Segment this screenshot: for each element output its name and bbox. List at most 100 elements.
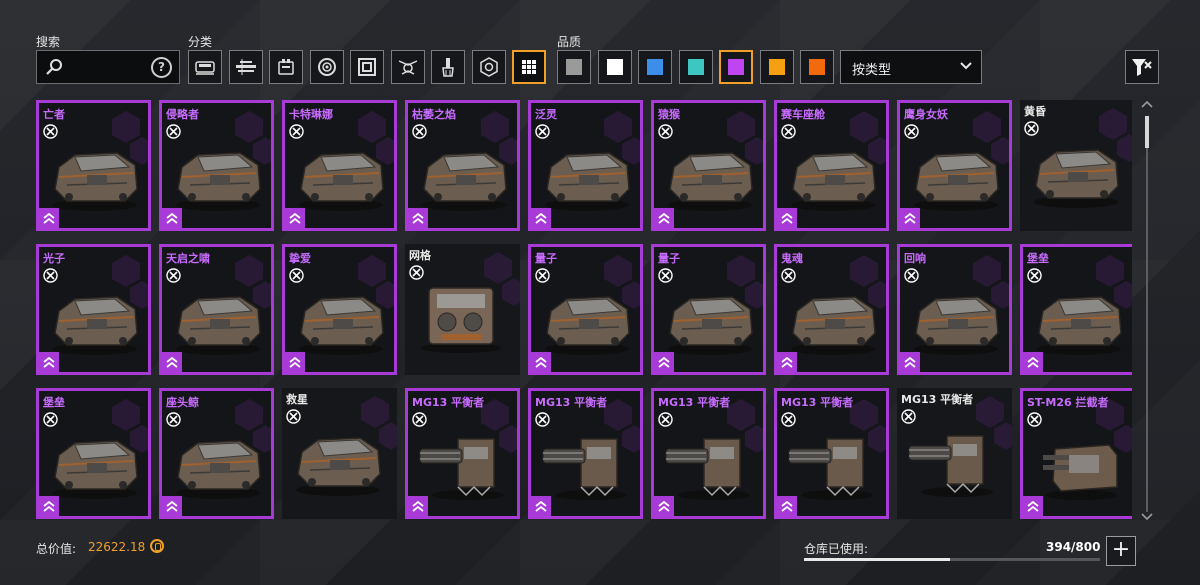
inventory-item-card[interactable]: 鹰身女妖 [897, 100, 1012, 231]
category-button-brush[interactable] [431, 50, 465, 84]
item-name: 泛灵 [535, 108, 557, 121]
craft-tools-icon [781, 412, 796, 427]
category-button-cabin[interactable] [188, 50, 222, 84]
item-name: 赛车座舱 [781, 108, 825, 121]
inventory-item-card[interactable]: MG13 平衡者 [774, 388, 889, 519]
inventory-item-card[interactable]: 黄昏 [1020, 100, 1132, 231]
item-cabin-image [906, 137, 1006, 215]
craft-tools-icon [166, 124, 181, 139]
rank-chevron-icon [285, 352, 305, 372]
item-name: 量子 [658, 252, 680, 265]
help-icon[interactable]: ? [151, 57, 172, 78]
category-button-engine[interactable] [269, 50, 303, 84]
quality-filter-red-orange[interactable] [800, 50, 834, 84]
scrollbar-track[interactable] [1146, 116, 1148, 512]
inventory-item-card[interactable]: MG13 平衡者 [528, 388, 643, 519]
item-cabin-image [45, 137, 145, 215]
inventory-item-card[interactable]: 网格 [405, 244, 520, 375]
clear-filter-button[interactable] [1125, 50, 1159, 84]
rank-chevron-icon [162, 208, 182, 228]
inventory-item-card[interactable]: 泛灵 [528, 100, 643, 231]
quality-filter-white[interactable] [597, 50, 632, 84]
inventory-item-card[interactable]: MG13 平衡者 [897, 388, 1012, 519]
rank-chevron-icon [777, 352, 797, 372]
category-button-module[interactable] [350, 50, 384, 84]
rank-chevron-icon [777, 496, 797, 516]
inventory-item-card[interactable]: 赛车座舱 [774, 100, 889, 231]
craft-tools-icon [658, 412, 673, 427]
category-button-grid-all[interactable] [512, 50, 546, 84]
inventory-item-card[interactable]: 亡者 [36, 100, 151, 231]
inventory-item-card[interactable]: 光子 [36, 244, 151, 375]
search-label: 搜索 [36, 35, 61, 49]
item-cabin-image [168, 281, 268, 359]
brush-icon [442, 58, 454, 77]
category-button-frame[interactable] [228, 50, 263, 84]
item-cabin-image [288, 422, 388, 500]
scrollbar-thumb[interactable] [1145, 116, 1149, 148]
inventory-item-card[interactable]: MG13 平衡者 [405, 388, 520, 519]
inventory-item-card[interactable]: 挚爱 [282, 244, 397, 375]
item-name: 堡垒 [1027, 252, 1049, 265]
inventory-item-card[interactable]: 堡垒 [36, 388, 151, 519]
item-cabin-image [660, 281, 760, 359]
scroll-up-icon[interactable] [1140, 99, 1154, 109]
craft-tools-icon [658, 268, 673, 283]
quality-swatch-teal [687, 59, 704, 75]
craft-tools-icon [535, 268, 550, 283]
quality-filter-teal[interactable] [678, 50, 713, 84]
quality-filter-purple[interactable] [719, 50, 753, 84]
item-name: 堡垒 [43, 396, 65, 409]
inventory-item-card[interactable]: 鬼魂 [774, 244, 889, 375]
filter-clear-icon [1132, 59, 1152, 76]
item-name: 鹰身女妖 [904, 108, 948, 121]
inventory-item-card[interactable]: 量子 [651, 244, 766, 375]
inventory-item-card[interactable]: 救星 [282, 388, 397, 519]
craft-tools-icon [289, 124, 304, 139]
craft-tools-icon [166, 268, 181, 283]
quality-filter-grey[interactable] [557, 50, 591, 84]
craft-tools-icon [1027, 412, 1042, 427]
item-cabin-image [168, 137, 268, 215]
rank-chevron-icon [654, 496, 674, 516]
rank-chevron-icon [39, 208, 59, 228]
rank-chevron-icon [654, 208, 674, 228]
add-storage-button[interactable]: + [1106, 536, 1136, 566]
category-button-hex-settings[interactable] [471, 50, 506, 84]
item-name: 卡特琳娜 [289, 108, 333, 121]
craft-tools-icon [781, 268, 796, 283]
inventory-item-card[interactable]: 猿猴 [651, 100, 766, 231]
craft-tools-icon [43, 268, 58, 283]
item-name: 网格 [409, 249, 431, 262]
storage-label: 仓库已使用: [804, 542, 869, 556]
inventory-item-card[interactable]: 天启之啸 [159, 244, 274, 375]
quality-filter-orange[interactable] [759, 50, 794, 84]
quality-filter-blue[interactable] [638, 50, 672, 84]
inventory-item-card[interactable]: 侵略者 [159, 100, 274, 231]
quality-swatch-red-orange [809, 59, 825, 75]
item-name: 天启之啸 [166, 252, 210, 265]
item-grid: 亡者 侵略者 卡特琳娜 枯萎之焰 泛灵 猿猴 赛车座舱 鹰身女妖 黄昏光子 天启之啸 挚爱 网格 量子 量… [36, 100, 1132, 520]
inventory-item-card[interactable]: 枯萎之焰 [405, 100, 520, 231]
inventory-item-card[interactable]: MG13 平衡者 [651, 388, 766, 519]
item-engine-image [411, 278, 511, 356]
inventory-item-card[interactable]: ST-M26 拦截者 [1020, 388, 1132, 519]
chevron-down-icon [960, 62, 972, 70]
inventory-item-card[interactable]: 量子 [528, 244, 643, 375]
item-cabin-image [660, 137, 760, 215]
sort-dropdown[interactable]: 按类型 [840, 50, 982, 84]
inventory-item-card[interactable]: 堡垒 [1020, 244, 1132, 375]
item-cabin-image [291, 281, 391, 359]
item-name: 座头鲸 [166, 396, 199, 409]
category-button-wheel[interactable] [309, 50, 344, 84]
category-button-drone[interactable] [390, 50, 425, 84]
scroll-down-icon[interactable] [1140, 512, 1154, 522]
craft-tools-icon [904, 268, 919, 283]
item-cabin-image [168, 425, 268, 503]
search-input[interactable]: ? [36, 50, 180, 84]
craft-tools-icon [286, 409, 301, 424]
inventory-item-card[interactable]: 卡特琳娜 [282, 100, 397, 231]
inventory-item-card[interactable]: 座头鲸 [159, 388, 274, 519]
inventory-item-card[interactable]: 回响 [897, 244, 1012, 375]
rank-chevron-icon [531, 208, 551, 228]
